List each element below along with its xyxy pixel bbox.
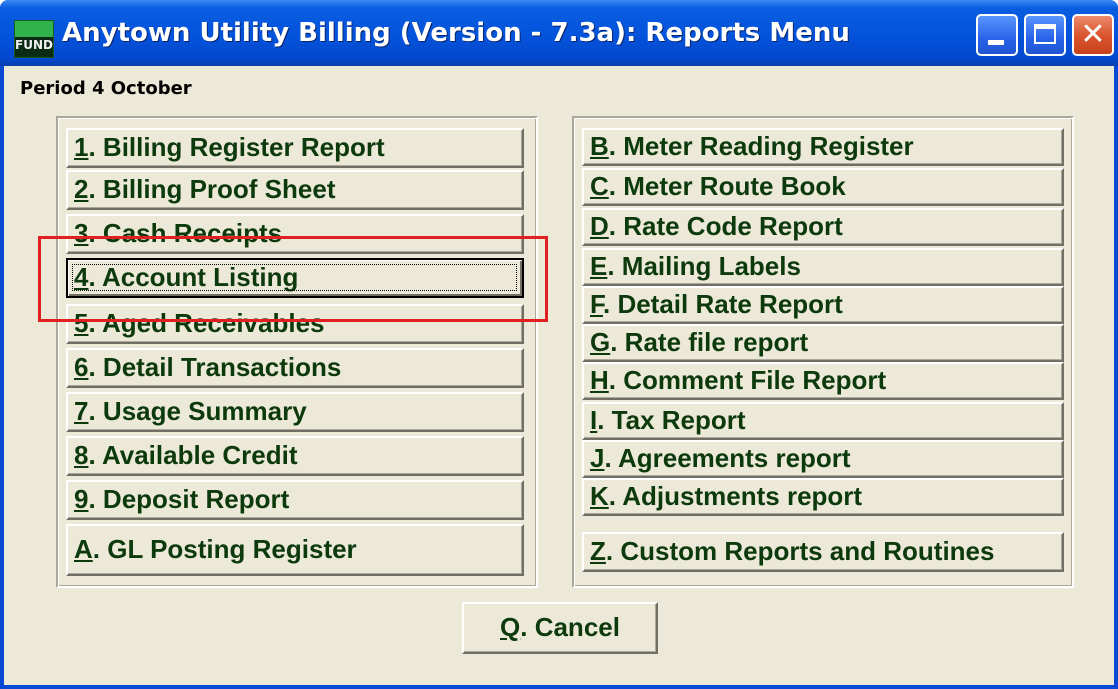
report-button-label: . Account Listing — [88, 262, 299, 292]
report-button-9[interactable]: 9. Deposit Report — [66, 480, 524, 520]
report-button-label: . Mailing Labels — [607, 251, 801, 281]
report-button-hotkey: B — [590, 131, 609, 161]
report-button-hotkey: 7 — [74, 396, 89, 426]
close-button[interactable]: ✕ — [1072, 14, 1114, 56]
report-button-c[interactable]: C. Meter Route Book — [582, 168, 1064, 206]
window-title: Anytown Utility Billing (Version - 7.3a)… — [62, 18, 850, 48]
app-logo-label: FUND — [15, 38, 53, 52]
report-button-e[interactable]: E. Mailing Labels — [582, 248, 1064, 286]
report-button-label: . Meter Reading Register — [608, 131, 914, 161]
report-button-hotkey: J — [590, 443, 605, 473]
report-button-hotkey: 1 — [74, 132, 89, 162]
report-button-z[interactable]: Z. Custom Reports and Routines — [582, 532, 1064, 572]
cancel-label: . Cancel — [520, 612, 620, 642]
report-button-label: . Billing Register Report — [88, 132, 385, 162]
report-button-hotkey: 9 — [74, 484, 89, 514]
report-button-hotkey: E — [590, 251, 608, 281]
report-button-hotkey: A — [74, 534, 93, 564]
report-button-label: . Adjustments report — [608, 481, 863, 511]
report-button-label: . Billing Proof Sheet — [88, 174, 336, 204]
report-button-label: . Aged Receivables — [88, 308, 325, 338]
report-button-hotkey: 6 — [74, 352, 89, 382]
report-button-4[interactable]: 4. Account Listing — [66, 258, 524, 298]
report-button-hotkey: H — [590, 365, 609, 395]
report-button-1[interactable]: 1. Billing Register Report — [66, 128, 524, 168]
report-button-hotkey: 2 — [74, 174, 89, 204]
report-button-3[interactable]: 3. Cash Receipts — [66, 214, 524, 254]
report-button-j[interactable]: J. Agreements report — [582, 440, 1064, 478]
report-button-hotkey: C — [590, 171, 609, 201]
report-button-label: . Deposit Report — [88, 484, 290, 514]
report-button-label: . GL Posting Register — [92, 534, 357, 564]
report-button-7[interactable]: 7. Usage Summary — [66, 392, 524, 432]
report-button-hotkey: 4 — [74, 262, 89, 292]
report-button-2[interactable]: 2. Billing Proof Sheet — [66, 170, 524, 210]
report-button-label: . Detail Transactions — [88, 352, 342, 382]
report-button-hotkey: K — [590, 481, 609, 511]
report-button-label: . Custom Reports and Routines — [605, 536, 995, 566]
report-button-h[interactable]: H. Comment File Report — [582, 362, 1064, 400]
window-client-area: Period 4 October 1. Billing Register Rep… — [4, 66, 1114, 685]
minimize-button[interactable] — [976, 14, 1018, 56]
report-button-i[interactable]: I. Tax Report — [582, 402, 1064, 440]
report-button-label: . Meter Route Book — [608, 171, 846, 201]
app-logo-icon: FUND — [14, 20, 54, 58]
maximize-button[interactable] — [1024, 14, 1066, 56]
minimize-icon — [988, 40, 1004, 45]
report-button-8[interactable]: 8. Available Credit — [66, 436, 524, 476]
report-button-a[interactable]: A. GL Posting Register — [66, 524, 524, 576]
report-button-5[interactable]: 5. Aged Receivables — [66, 304, 524, 344]
report-button-f[interactable]: F. Detail Rate Report — [582, 286, 1064, 324]
report-button-label: . Rate Code Report — [608, 211, 843, 241]
close-icon: ✕ — [1080, 17, 1106, 52]
report-button-hotkey: F — [590, 289, 603, 319]
report-button-k[interactable]: K. Adjustments report — [582, 478, 1064, 516]
report-button-label: . Available Credit — [88, 440, 298, 470]
report-button-hotkey: 3 — [74, 218, 89, 248]
period-label: Period 4 October — [20, 78, 192, 99]
cancel-hotkey: Q — [500, 612, 521, 642]
maximize-icon — [1034, 24, 1056, 44]
report-button-label: . Detail Rate Report — [603, 289, 843, 319]
cancel-button[interactable]: Q. Cancel — [462, 602, 658, 654]
report-button-label: . Cash Receipts — [88, 218, 283, 248]
report-button-label: . Tax Report — [597, 405, 746, 435]
report-button-label: . Usage Summary — [88, 396, 307, 426]
report-button-6[interactable]: 6. Detail Transactions — [66, 348, 524, 388]
title-bar[interactable]: FUND Anytown Utility Billing (Version - … — [0, 0, 1118, 66]
report-button-hotkey: D — [590, 211, 609, 241]
report-button-g[interactable]: G. Rate file report — [582, 324, 1064, 362]
report-button-b[interactable]: B. Meter Reading Register — [582, 128, 1064, 166]
report-button-hotkey: Z — [590, 536, 606, 566]
report-button-d[interactable]: D. Rate Code Report — [582, 208, 1064, 246]
report-button-hotkey: 5 — [74, 308, 89, 338]
report-button-label: . Agreements report — [604, 443, 851, 473]
report-button-hotkey: G — [590, 327, 611, 357]
report-button-label: . Comment File Report — [608, 365, 887, 395]
app-window: FUND Anytown Utility Billing (Version - … — [0, 0, 1118, 689]
report-button-hotkey: 8 — [74, 440, 89, 470]
report-button-label: . Rate file report — [610, 327, 809, 357]
